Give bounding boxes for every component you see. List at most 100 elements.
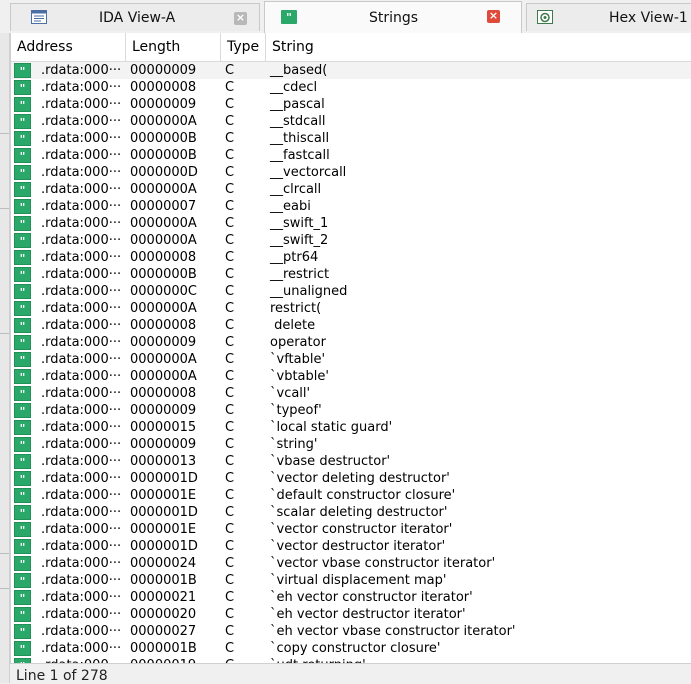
cell-string: `vector vbase constructor iterator' <box>270 556 496 571</box>
cell-string: `vector destructor iterator' <box>270 539 446 554</box>
table-row[interactable]: " .rdata:000··· 00000009 C __pascal <box>11 96 691 113</box>
table-row[interactable]: " .rdata:000··· 00000009 C `string' <box>11 436 691 453</box>
table-row[interactable]: " .rdata:000··· 0000001D C `vector destructo… <box>11 538 691 555</box>
cell-address: .rdata:000··· <box>41 607 122 622</box>
cell-type: C <box>225 403 235 418</box>
cell-type: C <box>225 97 235 112</box>
table-row[interactable]: " .rdata:000··· 00000020 C `eh vector destru… <box>11 606 691 623</box>
cell-type: C <box>225 386 235 401</box>
string-icon: " <box>14 539 31 554</box>
cell-type: C <box>225 148 235 163</box>
tab-strings[interactable]: " Strings × <box>264 1 522 33</box>
cell-type: C <box>225 131 235 146</box>
table-row[interactable]: " .rdata:000··· 00000015 C `local static gua… <box>11 419 691 436</box>
column-address[interactable]: Address <box>11 33 126 61</box>
cell-string: __swift_2 <box>270 233 329 248</box>
cell-length: 00000007 <box>130 199 197 214</box>
cell-string: `vector constructor iterator' <box>270 522 453 537</box>
cell-length: 00000009 <box>130 403 197 418</box>
table-row[interactable]: " .rdata:000··· 0000001B C `copy constructor… <box>11 640 691 657</box>
table-row[interactable]: " .rdata:000··· 0000001D C `vector deleting … <box>11 470 691 487</box>
table-row[interactable]: " .rdata:000··· 0000000C C __unaligned <box>11 283 691 300</box>
table-row[interactable]: " .rdata:000··· 00000009 C __based( <box>11 62 691 79</box>
table-row[interactable]: " .rdata:000··· 0000000D C __vectorcall <box>11 164 691 181</box>
cell-string: __eabi <box>270 199 311 214</box>
cell-length: 00000009 <box>130 97 197 112</box>
table-row[interactable]: " .rdata:000··· 00000009 Coperator <box>11 334 691 351</box>
table-row[interactable]: " .rdata:000··· 00000007 C __eabi <box>11 198 691 215</box>
string-icon: " <box>14 386 31 401</box>
close-icon[interactable]: × <box>234 12 247 25</box>
cell-length: 0000000C <box>130 284 197 299</box>
cell-type: C <box>225 199 235 214</box>
cell-length: 0000001D <box>130 471 198 486</box>
svg-text:": " <box>20 558 26 571</box>
table-row[interactable]: " .rdata:000··· 0000000B C __restrict <box>11 266 691 283</box>
table-row[interactable]: " .rdata:000··· 0000000B C __fastcall <box>11 147 691 164</box>
cell-string: __cdecl <box>270 80 318 95</box>
table-row[interactable]: " .rdata:000··· 0000000A C __clrcall <box>11 181 691 198</box>
table-row[interactable]: " .rdata:000··· 00000009 C `typeof' <box>11 402 691 419</box>
string-icon: " <box>14 522 31 537</box>
cell-type: C <box>225 522 235 537</box>
table-row[interactable]: " .rdata:000··· 0000000A Crestrict( <box>11 300 691 317</box>
table-row[interactable]: " .rdata:000··· 00000027 C `eh vector vbase … <box>11 623 691 640</box>
cell-address: .rdata:000··· <box>41 454 122 469</box>
svg-text:": " <box>20 286 26 299</box>
table-row[interactable]: " .rdata:000··· 00000013 C `vbase destructor… <box>11 453 691 470</box>
table-row[interactable]: " .rdata:000··· 0000000A C __swift_2 <box>11 232 691 249</box>
cell-length: 0000001D <box>130 539 198 554</box>
table-row[interactable]: " .rdata:000··· 0000000A C __swift_1 <box>11 215 691 232</box>
svg-text:": " <box>20 167 26 180</box>
table-row[interactable]: " .rdata:000··· 0000000A C __stdcall <box>11 113 691 130</box>
svg-text:": " <box>20 541 26 554</box>
cell-type: C <box>225 573 235 588</box>
table-row[interactable]: " .rdata:000··· 00000008 C delete <box>11 317 691 334</box>
table-row[interactable]: " .rdata:000··· 00000008 C __ptr64 <box>11 249 691 266</box>
svg-text:": " <box>286 11 292 24</box>
column-length[interactable]: Length <box>126 33 221 61</box>
hex-view-icon <box>537 10 553 24</box>
table-row[interactable]: " .rdata:000··· 0000000A C `vbtable' <box>11 368 691 385</box>
svg-text:": " <box>20 235 26 248</box>
svg-text:": " <box>20 609 26 622</box>
column-type[interactable]: Type <box>221 33 266 61</box>
svg-text:": " <box>20 439 26 452</box>
table-row[interactable]: " .rdata:000··· 00000024 C `vector vbase con… <box>11 555 691 572</box>
cell-length: 0000000B <box>130 148 197 163</box>
cell-string: __ptr64 <box>270 250 319 265</box>
svg-text:": " <box>20 643 26 656</box>
svg-text:": " <box>20 82 26 95</box>
table-row[interactable]: " .rdata:000··· 0000000A C `vftable' <box>11 351 691 368</box>
cell-string: `vbtable' <box>270 369 329 384</box>
table-row[interactable]: " .rdata:000··· 00000021 C `eh vector constr… <box>11 589 691 606</box>
svg-text:": " <box>20 65 26 78</box>
string-icon: " <box>14 80 31 95</box>
close-icon[interactable]: × <box>487 10 500 23</box>
cell-type: C <box>225 318 235 333</box>
tab-ida-view-a[interactable]: IDA View-A × <box>10 3 260 31</box>
column-string[interactable]: String <box>266 33 691 61</box>
string-icon: " <box>14 165 31 180</box>
tab-hex-view-1[interactable]: Hex View-1 <box>526 3 691 31</box>
cell-string: `scalar deleting destructor' <box>270 505 448 520</box>
cell-string: `vcall' <box>270 386 311 401</box>
svg-text:": " <box>20 252 26 265</box>
table-row[interactable]: " .rdata:000··· 0000001E C `default construc… <box>11 487 691 504</box>
table-row[interactable]: " .rdata:000··· 0000001D C `scalar deleting … <box>11 504 691 521</box>
cell-type: C <box>225 233 235 248</box>
cell-address: .rdata:000··· <box>41 641 122 656</box>
cell-type: C <box>225 590 235 605</box>
svg-text:": " <box>20 626 26 639</box>
table-row[interactable]: " .rdata:000··· 00000008 C `vcall' <box>11 385 691 402</box>
disassembly-view-icon <box>31 10 47 24</box>
cell-type: C <box>225 352 235 367</box>
table-row[interactable]: " .rdata:000··· 0000001B C `virtual displace… <box>11 572 691 589</box>
cell-string: `typeof' <box>270 403 322 418</box>
left-dock-edge <box>0 33 10 683</box>
table-row[interactable]: " .rdata:000··· 0000000B C __thiscall <box>11 130 691 147</box>
table-row[interactable]: " .rdata:000··· 0000001E C `vector construct… <box>11 521 691 538</box>
cell-length: 0000001B <box>130 573 197 588</box>
cell-address: .rdata:000··· <box>41 539 122 554</box>
table-row[interactable]: " .rdata:000··· 00000008 C __cdecl <box>11 79 691 96</box>
